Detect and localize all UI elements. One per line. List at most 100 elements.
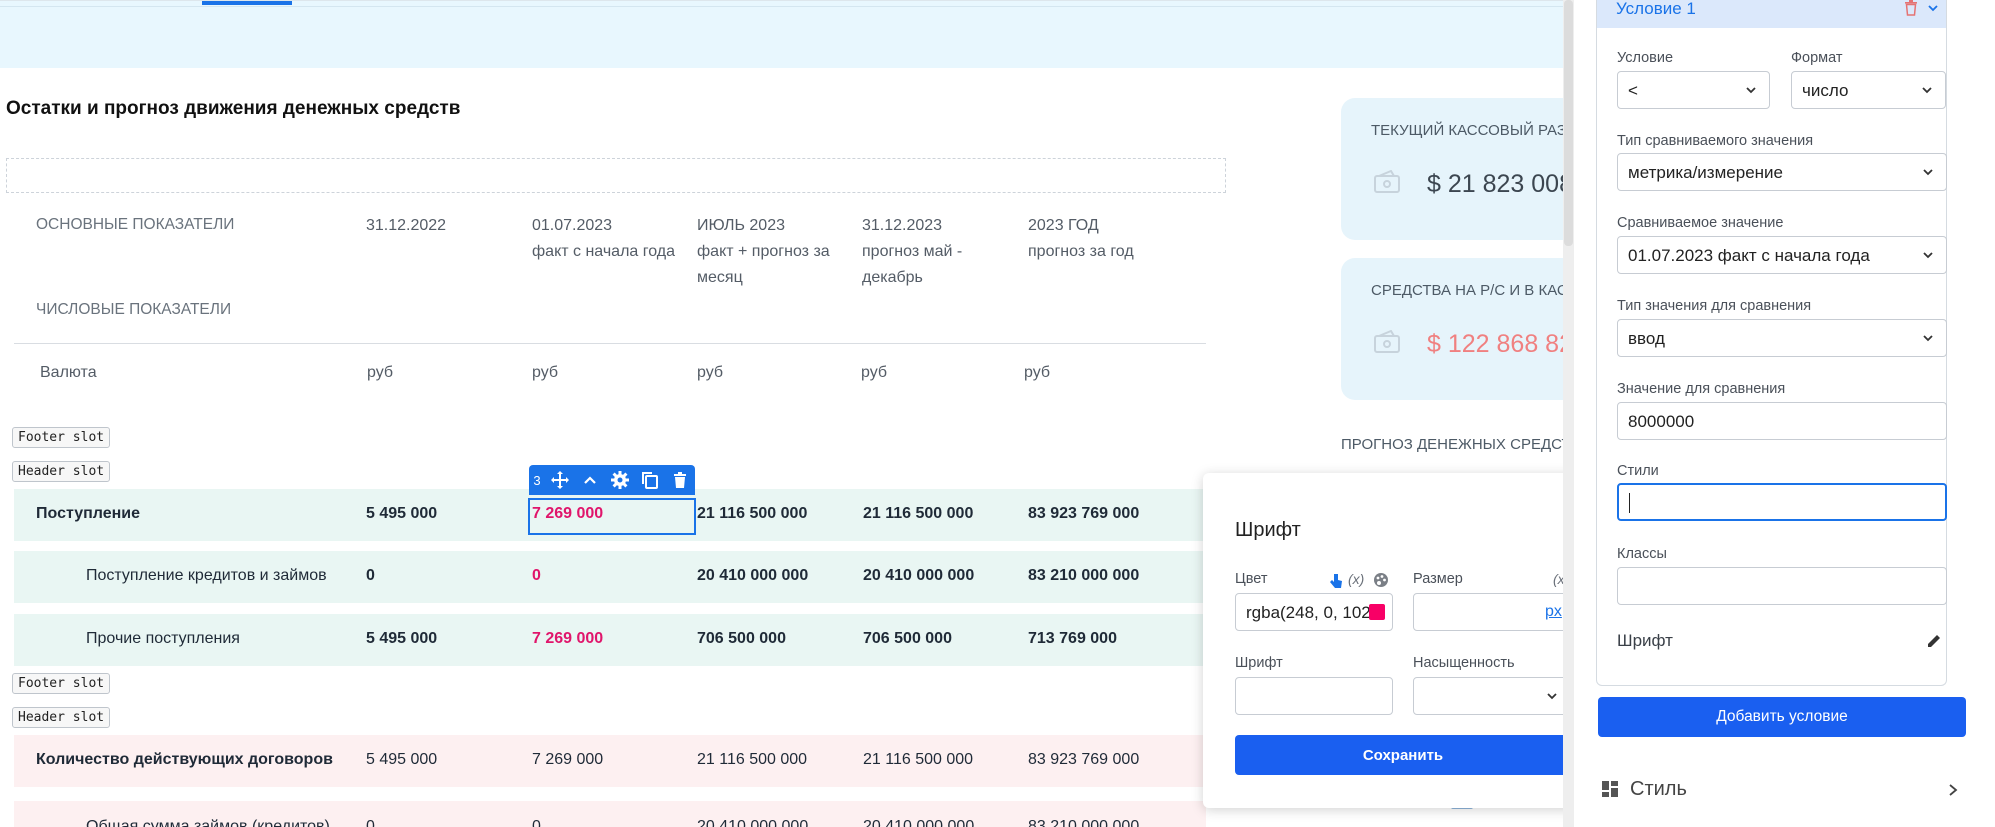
table-cell[interactable]: 5 495 000 [366, 630, 437, 648]
table-row[interactable]: Количество действующих договоров 5 495 0… [14, 735, 1206, 787]
trash-icon[interactable] [1904, 0, 1918, 16]
format-select[interactable]: число [1791, 71, 1946, 109]
table-cell[interactable]: 5 495 000 [366, 751, 437, 769]
table-cell[interactable]: 5 495 000 [366, 505, 437, 523]
table-cell[interactable]: 83 923 769 000 [1028, 751, 1139, 769]
row-label: Количество действующих договоров [36, 751, 333, 768]
copy-icon[interactable] [639, 469, 661, 491]
table-cell[interactable]: 20 410 000 000 [863, 567, 974, 585]
dashboard-icon [1602, 781, 1618, 797]
table-cell[interactable]: 20 410 000 000 [697, 567, 808, 585]
table-cell[interactable]: 7 269 000 [532, 751, 603, 769]
footer-slot-tag[interactable]: Footer slot [12, 427, 111, 448]
header-divider-line [14, 343, 1206, 344]
row-label: Поступление кредитов и займов [86, 567, 327, 584]
table-cell[interactable]: 83 923 769 000 [1028, 505, 1139, 523]
table-cell[interactable]: 0 [532, 818, 541, 827]
column-header-line: ИЮЛЬ 2023 [697, 217, 785, 234]
wallet-icon [1374, 170, 1400, 193]
styles-label: Стили [1617, 463, 1659, 479]
drop-zone[interactable] [6, 158, 1226, 193]
column-header-3: ИЮЛЬ 2023 факт + прогноз за месяц [697, 213, 830, 291]
color-swatch[interactable] [1369, 604, 1385, 620]
header-divider [0, 6, 1565, 7]
condition-select[interactable]: < [1617, 71, 1770, 109]
gear-icon[interactable] [609, 469, 631, 491]
selected-cell-outline[interactable] [528, 498, 696, 535]
column-header-line: месяц [697, 269, 743, 286]
trash-icon[interactable] [669, 469, 691, 491]
row-label: Общая сумма займов (кредитов) [86, 818, 330, 827]
chevron-down-icon [1922, 87, 1932, 94]
value-type-value: ввод [1628, 329, 1665, 348]
compare-value-label: Сравниваемое значение [1617, 215, 1784, 231]
kpi-title: СРЕДСТВА НА Р/С И В КАССЕ [1371, 282, 1581, 299]
column-header-line: факт + прогноз за [697, 243, 830, 260]
column-header-line: 31.12.2022 [366, 217, 447, 234]
table-cell[interactable]: 21 116 500 000 [697, 751, 807, 769]
row-label: Прочие поступления [86, 630, 240, 647]
chevron-down-icon[interactable] [1927, 2, 1939, 14]
font-weight-select[interactable] [1413, 677, 1571, 715]
table-cell[interactable]: 21 116 500 000 [697, 505, 807, 523]
condition-value: < [1628, 81, 1638, 100]
size-unit-toggle[interactable]: px [1545, 603, 1562, 621]
column-header-line: декабрь [862, 269, 923, 286]
variable-icon[interactable]: (x) [1348, 571, 1364, 587]
column-header-5: 2023 ГОД прогноз за год [1028, 213, 1134, 265]
table-cell[interactable]: 21 116 500 000 [863, 751, 973, 769]
chevron-down-icon [1547, 693, 1557, 700]
table-cell[interactable]: 20 410 000 000 [863, 818, 974, 827]
header-slot-tag[interactable]: Header slot [12, 461, 111, 482]
row-label: Поступление [36, 505, 141, 522]
currency-value: руб [367, 364, 394, 381]
footer-slot-tag[interactable]: Footer slot [12, 673, 111, 694]
add-condition-button[interactable]: Добавить условие [1598, 697, 1966, 737]
font-family-input[interactable] [1235, 677, 1393, 715]
scrollbar-thumb[interactable] [1564, 0, 1573, 246]
chevron-down-icon [1746, 87, 1756, 94]
compare-type-select[interactable]: метрика/измерение [1617, 153, 1947, 191]
pencil-icon[interactable] [1926, 633, 1942, 649]
condition-label: Условие [1617, 50, 1674, 66]
table-cell[interactable]: 0 [366, 567, 375, 585]
classes-input[interactable] [1617, 567, 1947, 605]
wallet-icon [1374, 330, 1400, 353]
compare-value-select[interactable]: 01.07.2023 факт с начала года [1617, 236, 1947, 274]
table-cell[interactable]: 83 210 000 000 [1028, 818, 1139, 827]
table-row[interactable]: Общая сумма займов (кредитов) 0 0 20 410… [14, 801, 1206, 827]
table-cell[interactable]: 83 210 000 000 [1028, 567, 1139, 585]
table-cell[interactable]: 706 500 000 [863, 630, 952, 648]
chevron-up-icon[interactable] [579, 469, 601, 491]
kpi-value: $ 21 823 008 [1427, 170, 1573, 198]
compare-value: 01.07.2023 факт с начала года [1628, 246, 1870, 265]
table-cell[interactable]: 0 [366, 818, 375, 827]
active-tab-indicator[interactable] [202, 1, 292, 5]
styles-input[interactable] [1617, 483, 1947, 521]
compare-input[interactable]: 8000000 [1617, 402, 1947, 440]
palette-icon[interactable] [1373, 572, 1389, 588]
table-row[interactable]: Поступление кредитов и займов 0 0 20 410… [14, 551, 1206, 603]
value-type-select[interactable]: ввод [1617, 319, 1947, 357]
column-header-line: прогноз май - [862, 243, 963, 260]
currency-label: Валюта [40, 364, 97, 381]
table-cell[interactable]: 7 269 000 [532, 630, 603, 648]
table-cell[interactable]: 21 116 500 000 [863, 505, 973, 523]
move-icon[interactable] [549, 469, 571, 491]
format-value: число [1802, 81, 1849, 100]
compare-type-value: метрика/измерение [1628, 163, 1783, 182]
header-slot-tag[interactable]: Header slot [12, 707, 111, 728]
pointer-hand-icon[interactable] [1329, 573, 1343, 589]
panel-scrollbar[interactable] [1563, 0, 1574, 827]
table-cell[interactable]: 0 [532, 567, 541, 585]
table-row[interactable]: Прочие поступления 5 495 000 7 269 000 7… [14, 614, 1206, 666]
table-cell[interactable]: 20 410 000 000 [697, 818, 808, 827]
column-header-line: прогноз за год [1028, 243, 1134, 260]
condition-header[interactable]: Условие 1 [1597, 0, 1946, 28]
style-section-row[interactable]: Стиль [1574, 768, 1995, 818]
font-settings-popup: ✕ Шрифт Цвет (x) rgba(248, 0, 102 Размер… [1203, 473, 1600, 808]
table-cell[interactable]: 713 769 000 [1028, 630, 1117, 648]
table-cell[interactable]: 706 500 000 [697, 630, 786, 648]
save-button[interactable]: Сохранить [1235, 735, 1571, 775]
font-section-label: Шрифт [1617, 631, 1673, 650]
